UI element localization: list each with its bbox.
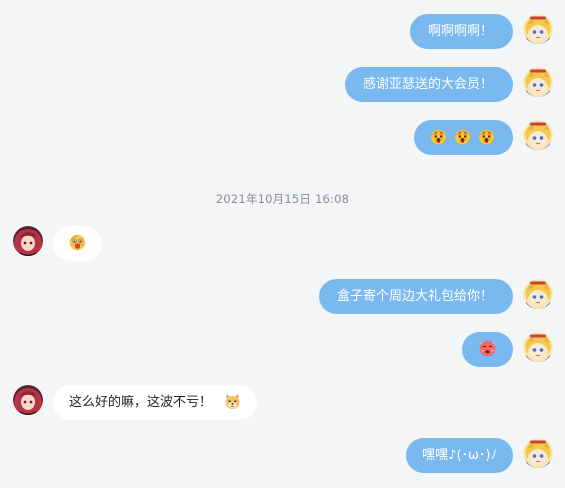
my-avatar[interactable] xyxy=(523,332,553,362)
avatar-image xyxy=(523,438,553,468)
shocked-emoji-icon xyxy=(478,128,495,145)
message-bubble-outgoing[interactable]: 感谢亚瑟送的大会员！ xyxy=(344,67,513,102)
avatar-image xyxy=(523,279,553,309)
my-avatar[interactable] xyxy=(523,67,553,97)
avatar-image xyxy=(523,332,553,362)
message-bubble-incoming[interactable]: 这么好的嘛，这波不亏！ xyxy=(53,385,258,420)
message-bubble-outgoing[interactable]: 啊啊啊啊！ xyxy=(409,14,513,49)
message-text: 啊啊啊啊！ xyxy=(427,24,493,39)
message-text: 这么好的嘛，这波不亏！ xyxy=(69,395,213,410)
message-text: 盒子寄个周边大礼包给你！ xyxy=(336,289,493,304)
contact-avatar[interactable] xyxy=(13,226,43,256)
blushing-emoji-icon xyxy=(479,340,496,357)
avatar-image xyxy=(523,14,553,44)
chat-window: 啊啊啊啊！ 感谢亚瑟送的大会员！ 2021年10月15日 16:08 盒子寄个周… xyxy=(0,0,565,488)
message-bubble-outgoing[interactable]: 盒子寄个周边大礼包给你！ xyxy=(318,279,513,314)
shocked-emoji-icon xyxy=(454,128,471,145)
surprised-emoji-icon xyxy=(69,234,86,251)
avatar-image xyxy=(523,120,553,150)
doge-emoji-icon xyxy=(224,393,241,410)
message-bubble-outgoing[interactable] xyxy=(414,120,513,155)
shocked-emoji-icon xyxy=(430,128,447,145)
contact-avatar[interactable] xyxy=(13,385,43,415)
avatar-image xyxy=(13,226,43,256)
message-bubble-incoming[interactable] xyxy=(53,226,102,261)
my-avatar[interactable] xyxy=(523,120,553,150)
avatar-image xyxy=(13,385,43,415)
my-avatar[interactable] xyxy=(523,279,553,309)
message-bubble-outgoing[interactable] xyxy=(462,332,513,367)
message-text: 感谢亚瑟送的大会员！ xyxy=(362,77,493,92)
message-bubble-outgoing[interactable]: 嘿嘿♪(･ω･)ﾉ xyxy=(406,438,513,473)
message-text: 嘿嘿♪(･ω･)ﾉ xyxy=(422,448,497,463)
avatar-image xyxy=(523,67,553,97)
message-timestamp: 2021年10月15日 16:08 xyxy=(215,192,350,206)
my-avatar[interactable] xyxy=(523,14,553,44)
my-avatar[interactable] xyxy=(523,438,553,468)
